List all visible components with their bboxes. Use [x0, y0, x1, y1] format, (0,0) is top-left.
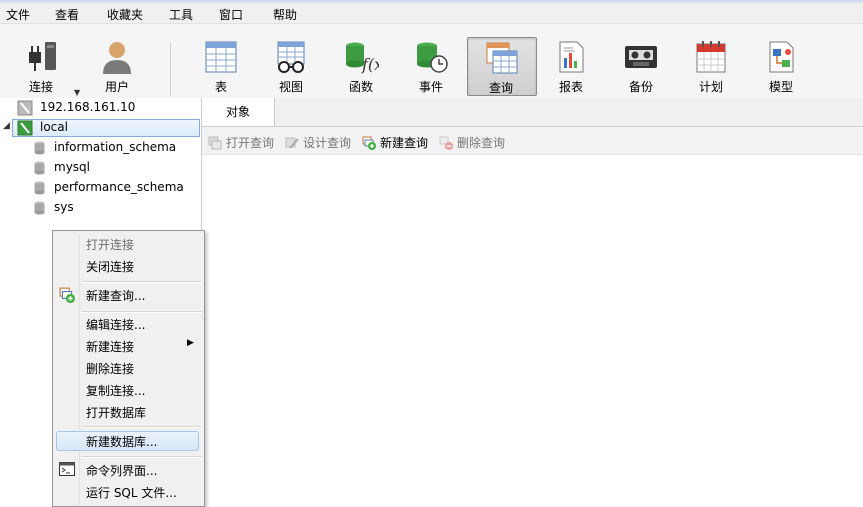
- database-icon: [34, 201, 45, 215]
- menu-item-delete-connection[interactable]: 删除连接: [86, 360, 134, 380]
- menu-separator: [81, 311, 201, 313]
- tab-objects[interactable]: 对象: [202, 98, 275, 126]
- function-button[interactable]: f(x) 函数: [328, 37, 394, 95]
- menu-favorites[interactable]: 收藏夹: [107, 6, 143, 23]
- open-query-label: 打开查询: [226, 136, 275, 150]
- tree-item-connection-local[interactable]: ◢ local: [0, 118, 200, 138]
- open-query-button[interactable]: 打开查询: [208, 134, 274, 150]
- calendar-icon: [696, 41, 726, 73]
- connect-label: 连接: [28, 80, 53, 94]
- function-icon: f(x): [346, 42, 379, 74]
- backup-label: 备份: [628, 80, 653, 94]
- event-label: 事件: [418, 80, 443, 94]
- connect-dropdown-arrow-icon[interactable]: ▼: [74, 88, 80, 97]
- schedule-button[interactable]: 计划: [678, 37, 744, 95]
- tree-item-label: performance_schema: [54, 180, 184, 194]
- menu-item-close-connection[interactable]: 关闭连接: [86, 258, 134, 278]
- new-query-icon: [59, 287, 75, 303]
- delete-query-button[interactable]: 删除查询: [439, 134, 505, 150]
- tree-item-label: sys: [54, 200, 74, 214]
- design-query-button[interactable]: 设计查询: [285, 134, 351, 150]
- design-query-icon: [285, 137, 299, 149]
- event-button[interactable]: 事件: [398, 37, 464, 95]
- report-icon: [559, 41, 584, 73]
- view-label: 视图: [278, 80, 303, 94]
- view-button[interactable]: 视图: [258, 37, 324, 95]
- plug-icon: [29, 42, 56, 71]
- connect-button[interactable]: 连接: [8, 37, 74, 95]
- tree-item-database[interactable]: sys: [0, 198, 200, 218]
- tree-item-connection-remote[interactable]: 192.168.161.10: [0, 98, 200, 118]
- menu-item-open-connection[interactable]: 打开连接: [86, 236, 134, 256]
- menu-item-run-sql-file[interactable]: 运行 SQL 文件...: [86, 484, 177, 504]
- tree-item-label: information_schema: [54, 140, 177, 154]
- main-toolbar: 连接 ▼ 用户 表 视图 f(x): [0, 24, 863, 99]
- table-icon: [205, 41, 237, 73]
- menu-separator: [81, 426, 201, 428]
- object-tab-bar: 对象: [202, 98, 863, 127]
- query-action-bar: 打开查询 设计查询 新建查询 删除查询: [202, 127, 863, 155]
- query-label: 查询: [488, 81, 513, 95]
- menu-item-copy-connection[interactable]: 复制连接...: [86, 382, 145, 402]
- submenu-arrow-icon: ▶: [187, 338, 194, 348]
- tree-item-database[interactable]: performance_schema: [0, 178, 200, 198]
- table-label: 表: [214, 80, 227, 94]
- connection-icon: [17, 100, 33, 116]
- menu-help[interactable]: 帮助: [273, 6, 297, 23]
- menu-item-new-connection[interactable]: 新建连接: [86, 338, 134, 358]
- report-label: 报表: [558, 80, 583, 94]
- tree-item-label: mysql: [54, 160, 90, 174]
- menu-item-edit-connection[interactable]: 编辑连接...: [86, 316, 145, 336]
- delete-query-icon: [439, 136, 453, 150]
- menu-item-new-database[interactable]: 新建数据库...: [86, 433, 157, 453]
- table-button[interactable]: 表: [188, 37, 254, 95]
- model-icon: [769, 41, 794, 73]
- user-label: 用户: [104, 80, 129, 94]
- model-button[interactable]: 模型: [748, 37, 814, 95]
- menu-view[interactable]: 查看: [55, 6, 79, 23]
- menu-item-open-database[interactable]: 打开数据库: [86, 404, 146, 424]
- database-icon: [34, 161, 45, 175]
- expanded-arrow-icon[interactable]: ◢: [3, 121, 10, 131]
- backup-button[interactable]: 备份: [608, 37, 674, 95]
- database-icon: [34, 141, 45, 155]
- function-label: 函数: [348, 80, 373, 94]
- menu-separator: [81, 456, 201, 458]
- query-button[interactable]: 查询: [467, 37, 537, 96]
- tree-item-database[interactable]: information_schema: [0, 138, 200, 158]
- menu-window[interactable]: 窗口: [219, 6, 243, 23]
- report-button[interactable]: 报表: [538, 37, 604, 95]
- view-icon: [277, 41, 305, 73]
- menu-separator: [81, 281, 201, 283]
- connection-context-menu: 打开连接 关闭连接 新建查询... 编辑连接... 新建连接 ▶ 删除连接 复制…: [52, 230, 205, 507]
- menu-tools[interactable]: 工具: [169, 6, 193, 23]
- menu-gutter-divider: [79, 233, 80, 505]
- tree-item-label: local: [40, 120, 68, 134]
- menu-item-console[interactable]: 命令列界面...: [86, 462, 157, 482]
- schedule-label: 计划: [698, 80, 723, 94]
- svg-text:f(x): f(x): [361, 55, 379, 74]
- database-icon: [34, 181, 45, 195]
- design-query-label: 设计查询: [303, 136, 352, 150]
- user-icon: [103, 42, 131, 74]
- menu-bar: 文件 查看 收藏夹 工具 窗口 帮助: [0, 3, 863, 24]
- open-query-icon: [208, 136, 222, 150]
- delete-query-label: 删除查询: [457, 136, 506, 150]
- new-query-icon: [362, 136, 376, 150]
- new-query-button[interactable]: 新建查询: [362, 134, 428, 150]
- console-icon: [59, 462, 75, 476]
- connection-icon: [17, 120, 33, 136]
- user-button[interactable]: 用户: [84, 37, 150, 95]
- model-label: 模型: [768, 80, 793, 94]
- query-icon: [486, 42, 518, 74]
- tree-item-label: 192.168.161.10: [40, 100, 136, 114]
- toolbar-separator: [170, 42, 171, 96]
- menu-item-new-query[interactable]: 新建查询...: [86, 287, 145, 307]
- menu-file[interactable]: 文件: [6, 6, 30, 23]
- backup-icon: [625, 46, 657, 68]
- event-icon: [417, 42, 448, 73]
- new-query-label: 新建查询: [380, 136, 429, 150]
- tree-item-database[interactable]: mysql: [0, 158, 200, 178]
